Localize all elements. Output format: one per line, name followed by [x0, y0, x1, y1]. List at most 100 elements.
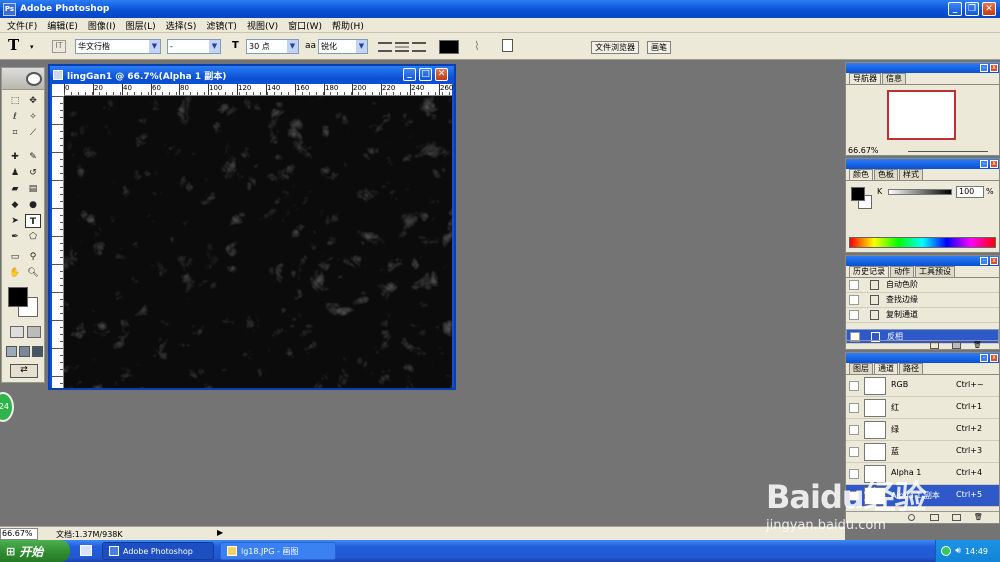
jump-to-imageready-icon[interactable]: ⇄: [10, 364, 38, 378]
history-state-box[interactable]: [849, 310, 859, 320]
close-icon[interactable]: x: [990, 257, 998, 265]
healing-brush-icon[interactable]: ✚: [7, 150, 23, 164]
volume-icon[interactable]: 🔊︎: [955, 546, 961, 556]
palettes-icon[interactable]: [502, 39, 513, 52]
tab-color[interactable]: 颜色: [849, 169, 873, 180]
task-photoshop[interactable]: Adobe Photoshop: [102, 542, 214, 560]
minimize-icon[interactable]: -: [980, 354, 988, 362]
channel-row[interactable]: 红 Ctrl+1: [846, 397, 999, 419]
gradient-tool-icon[interactable]: ▤: [25, 182, 41, 196]
history-brush-icon[interactable]: ↺: [25, 166, 41, 180]
document-title-bar[interactable]: lingGan1 @ 66.7%(Alpha 1 副本) _ □ ✕: [50, 66, 454, 84]
doc-minimize-button[interactable]: _: [403, 68, 416, 81]
tab-info[interactable]: 信息: [882, 73, 906, 84]
minimize-button[interactable]: _: [948, 2, 962, 16]
eye-icon[interactable]: [849, 425, 859, 435]
eye-icon[interactable]: [849, 381, 859, 391]
document-window[interactable]: lingGan1 @ 66.7%(Alpha 1 副本) _ □ ✕ 0 20 40…: [48, 64, 456, 390]
tab-styles[interactable]: 样式: [899, 169, 923, 180]
app-title-bar[interactable]: Ps Adobe Photoshop _ ❐ ✕: [0, 0, 1000, 18]
marquee-tool-icon[interactable]: ⬚: [7, 94, 23, 108]
crop-tool-icon[interactable]: ⌗: [7, 126, 23, 140]
screen-mode-full-menu-icon[interactable]: [19, 346, 30, 357]
color-foreground-swatch[interactable]: [851, 187, 865, 201]
navigator-zoom-slider[interactable]: [908, 151, 988, 152]
screen-mode-full-icon[interactable]: [32, 346, 43, 357]
antialias-select[interactable]: 锐化 ▼: [318, 39, 368, 54]
network-icon[interactable]: [941, 546, 952, 556]
history-item[interactable]: 复制通道: [846, 308, 999, 323]
tab-actions[interactable]: 动作: [890, 266, 914, 277]
tab-channels[interactable]: 通道: [874, 363, 898, 374]
screen-mode-standard-icon[interactable]: [6, 346, 17, 357]
eye-icon[interactable]: [849, 447, 859, 457]
channel-row[interactable]: 蓝 Ctrl+3: [846, 441, 999, 463]
close-icon[interactable]: x: [990, 354, 998, 362]
panel-header[interactable]: -x: [846, 256, 999, 266]
font-family-select[interactable]: 华文行楷 ▼: [75, 39, 161, 54]
menu-window[interactable]: 窗口(W): [283, 19, 327, 32]
tab-tool-presets[interactable]: 工具预设: [915, 266, 955, 277]
pen-tool-icon[interactable]: ✒: [7, 230, 23, 244]
brush-tool-icon[interactable]: ✎: [25, 150, 41, 164]
eraser-tool-icon[interactable]: ▰: [7, 182, 23, 196]
history-item[interactable]: 自动色阶: [846, 278, 999, 293]
tab-paths[interactable]: 路径: [899, 363, 923, 374]
font-size-select[interactable]: 30 点 ▼: [246, 39, 299, 54]
color-slider[interactable]: [888, 189, 952, 195]
zoom-field[interactable]: 66.67%: [0, 528, 38, 540]
path-selection-icon[interactable]: ➤: [7, 214, 23, 228]
eyedropper-icon[interactable]: ⚲: [25, 250, 41, 264]
tab-file-browser[interactable]: 文件浏览器: [591, 41, 639, 54]
tab-brushes[interactable]: 画笔: [647, 41, 671, 54]
tab-layers[interactable]: 图层: [849, 363, 873, 374]
restore-button[interactable]: ❐: [965, 2, 979, 16]
close-icon[interactable]: x: [990, 160, 998, 168]
canvas-image[interactable]: [64, 96, 452, 388]
warp-text-icon[interactable]: ⌇: [474, 39, 480, 53]
text-orientation-icon[interactable]: IT: [52, 40, 66, 53]
text-color-swatch[interactable]: [439, 40, 459, 54]
type-tool-preset-icon[interactable]: T: [8, 36, 19, 54]
hand-tool-icon[interactable]: ✋: [7, 266, 23, 280]
menu-edit[interactable]: 编辑(E): [42, 19, 83, 32]
notes-tool-icon[interactable]: ▭: [7, 250, 23, 264]
align-center-icon[interactable]: [395, 42, 409, 52]
foreground-color-swatch[interactable]: [8, 287, 28, 307]
menu-select[interactable]: 选择(S): [161, 19, 202, 32]
close-button[interactable]: ✕: [982, 2, 996, 16]
tab-swatches[interactable]: 色板: [874, 169, 898, 180]
menu-file[interactable]: 文件(F): [2, 19, 42, 32]
align-right-icon[interactable]: [412, 42, 426, 52]
slice-tool-icon[interactable]: ⟋: [25, 126, 41, 140]
stamp-tool-icon[interactable]: ♟: [7, 166, 23, 180]
minimize-icon[interactable]: -: [980, 64, 988, 72]
eye-icon[interactable]: [849, 403, 859, 413]
font-style-select[interactable]: - ▼: [167, 39, 221, 54]
color-value-field[interactable]: 100: [956, 186, 984, 198]
start-button[interactable]: ⊞ 开始: [0, 540, 70, 562]
panel-header[interactable]: -x: [846, 353, 999, 363]
task-paint[interactable]: lg18.JPG - 画图: [220, 542, 336, 560]
standard-mode-icon[interactable]: [10, 326, 24, 338]
new-document-icon[interactable]: [930, 342, 939, 349]
align-left-icon[interactable]: [378, 42, 392, 52]
type-tool-icon[interactable]: T: [25, 214, 41, 228]
magic-wand-icon[interactable]: ✧: [25, 110, 41, 124]
menu-help[interactable]: 帮助(H): [327, 19, 369, 32]
menu-layer[interactable]: 图层(L): [121, 19, 161, 32]
panel-header[interactable]: -x: [846, 159, 999, 169]
history-item[interactable]: 查找边缘: [846, 293, 999, 308]
menu-filter[interactable]: 滤镜(T): [201, 19, 242, 32]
trash-icon[interactable]: 🗑︎: [973, 341, 982, 349]
minimize-icon[interactable]: -: [980, 257, 988, 265]
tab-history[interactable]: 历史记录: [849, 266, 889, 277]
doc-maximize-button[interactable]: □: [419, 68, 432, 81]
blur-tool-icon[interactable]: ◆: [7, 198, 23, 212]
history-state-box[interactable]: [849, 295, 859, 305]
clock[interactable]: 14:49: [965, 547, 988, 556]
navigator-preview[interactable]: [887, 90, 956, 140]
lasso-tool-icon[interactable]: ℓ: [7, 110, 23, 124]
panel-header[interactable]: -x: [846, 63, 999, 73]
status-menu-arrow-icon[interactable]: ▶: [217, 528, 223, 537]
